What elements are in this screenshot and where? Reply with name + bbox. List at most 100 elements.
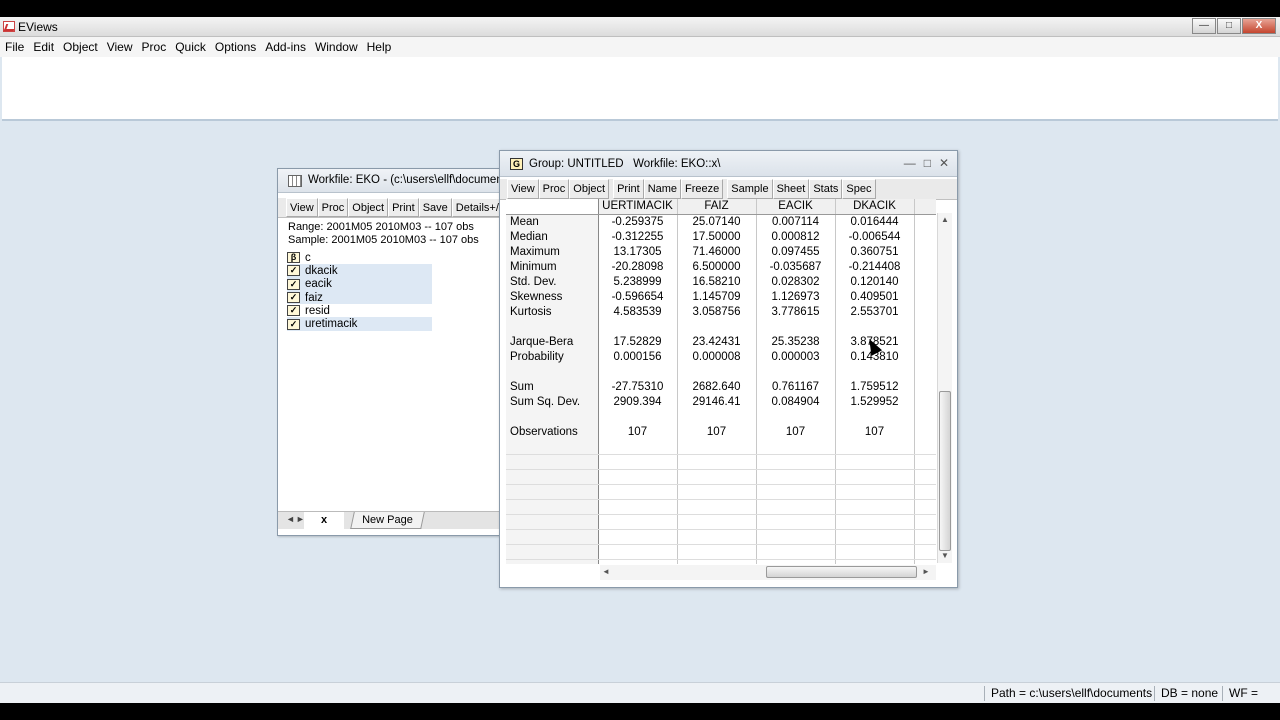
horizontal-scrollbar[interactable]: ◄ ► xyxy=(600,565,936,580)
cell[interactable]: 17.50000 xyxy=(677,229,757,244)
cell[interactable] xyxy=(756,409,836,424)
cell[interactable] xyxy=(835,364,915,379)
cell[interactable]: 0.007114 xyxy=(756,214,836,229)
scroll-down-icon[interactable]: ▼ xyxy=(941,551,949,560)
cell[interactable] xyxy=(835,409,915,424)
group-titlebar[interactable]: G Group: UNTITLED Workfile: EKO::x\ — □ … xyxy=(500,151,957,177)
menu-help[interactable]: Help xyxy=(367,40,401,54)
cell[interactable] xyxy=(756,364,836,379)
group-minimize-button[interactable]: — xyxy=(904,156,916,170)
cell[interactable]: 107 xyxy=(756,424,836,439)
cell[interactable]: -0.035687 xyxy=(756,259,836,274)
menu-edit[interactable]: Edit xyxy=(33,40,63,54)
cell[interactable]: 3.058756 xyxy=(677,304,757,319)
cell[interactable]: 2.553701 xyxy=(835,304,915,319)
cell[interactable]: 23.42431 xyxy=(677,334,757,349)
group-spec-button[interactable]: Spec xyxy=(842,179,876,199)
column-header[interactable]: UERTIMACIK xyxy=(598,199,678,215)
group-name-button[interactable]: Name xyxy=(643,179,682,199)
group-print-button[interactable]: Print xyxy=(613,179,644,199)
cell[interactable]: 25.07140 xyxy=(677,214,757,229)
object-item-faiz[interactable]: ✓ faiz xyxy=(287,290,432,305)
column-header[interactable]: EACIK xyxy=(756,199,836,215)
cell[interactable]: 71.46000 xyxy=(677,244,757,259)
cell[interactable]: -0.312255 xyxy=(598,229,678,244)
cell[interactable]: 1.529952 xyxy=(835,394,915,409)
group-maximize-button[interactable]: □ xyxy=(924,156,931,170)
group-sample-button[interactable]: Sample xyxy=(727,179,773,199)
menu-options[interactable]: Options xyxy=(215,40,265,54)
cell[interactable]: 0.097455 xyxy=(756,244,836,259)
workfile-view-button[interactable]: View xyxy=(286,198,318,217)
cell[interactable]: 107 xyxy=(835,424,915,439)
cell[interactable] xyxy=(756,319,836,334)
group-close-button[interactable]: ✕ xyxy=(939,156,949,170)
group-object-button[interactable]: Object xyxy=(569,179,610,199)
new-page-tab[interactable]: New Page xyxy=(350,512,425,529)
menu-quick[interactable]: Quick xyxy=(175,40,215,54)
cell[interactable] xyxy=(598,409,678,424)
cell[interactable]: 1.126973 xyxy=(756,289,836,304)
group-stats-button[interactable]: Stats xyxy=(809,179,843,199)
cell[interactable]: 0.120140 xyxy=(835,274,915,289)
page-tab-x[interactable]: x xyxy=(304,512,344,529)
cell[interactable]: 0.028302 xyxy=(756,274,836,289)
menu-object[interactable]: Object xyxy=(63,40,107,54)
workfile-object-button[interactable]: Object xyxy=(348,198,389,217)
column-header[interactable]: FAIZ xyxy=(677,199,757,215)
cell[interactable]: 1.145709 xyxy=(677,289,757,304)
cell[interactable] xyxy=(677,409,757,424)
cell[interactable]: 2682.640 xyxy=(677,379,757,394)
cell[interactable] xyxy=(598,364,678,379)
scroll-left-icon[interactable]: ◄ xyxy=(602,567,610,576)
cell[interactable]: 16.58210 xyxy=(677,274,757,289)
cell[interactable]: -0.259375 xyxy=(598,214,678,229)
cell[interactable]: 5.238999 xyxy=(598,274,678,289)
cell[interactable]: 0.016444 xyxy=(835,214,915,229)
cell[interactable]: 0.000156 xyxy=(598,349,678,364)
cell[interactable]: 0.000812 xyxy=(756,229,836,244)
cell[interactable]: 0.409501 xyxy=(835,289,915,304)
object-item-eacik[interactable]: ✓ eacik xyxy=(287,277,432,291)
cell[interactable]: 4.583539 xyxy=(598,304,678,319)
cell[interactable]: -0.214408 xyxy=(835,259,915,274)
cell[interactable]: 17.52829 xyxy=(598,334,678,349)
workfile-proc-button[interactable]: Proc xyxy=(317,198,349,217)
maximize-button[interactable]: □ xyxy=(1217,18,1241,34)
cell[interactable]: 107 xyxy=(598,424,678,439)
workfile-print-button[interactable]: Print xyxy=(388,198,419,217)
menu-add-ins[interactable]: Add-ins xyxy=(265,40,315,54)
horizontal-scroll-thumb[interactable] xyxy=(766,566,917,578)
workfile-range[interactable]: Range: 2001M05 2010M03 -- 107 obs xyxy=(288,221,499,234)
group-sheet-button[interactable]: Sheet xyxy=(772,179,810,199)
object-item-c[interactable]: β c xyxy=(287,251,432,264)
page-scroll-arrows-icon[interactable]: ◄► xyxy=(286,514,306,524)
cell[interactable]: -0.596654 xyxy=(598,289,678,304)
vertical-scroll-thumb[interactable] xyxy=(939,391,951,551)
cell[interactable]: 0.000003 xyxy=(756,349,836,364)
cell[interactable]: 13.17305 xyxy=(598,244,678,259)
cell[interactable]: 25.35238 xyxy=(756,334,836,349)
minimize-button[interactable]: — xyxy=(1192,18,1216,34)
menu-view[interactable]: View xyxy=(107,40,142,54)
scroll-up-icon[interactable]: ▲ xyxy=(941,215,949,224)
cell[interactable]: -27.75310 xyxy=(598,379,678,394)
cell[interactable] xyxy=(677,319,757,334)
cell[interactable] xyxy=(677,364,757,379)
object-item-resid[interactable]: ✓ resid xyxy=(287,304,432,317)
cell[interactable]: 3.778615 xyxy=(756,304,836,319)
workfile-save-button[interactable]: Save xyxy=(418,198,452,217)
cell[interactable]: -0.006544 xyxy=(835,229,915,244)
workfile-titlebar[interactable]: Workfile: EKO - (c:\users\ellf\documen xyxy=(278,169,499,193)
scroll-right-icon[interactable]: ► xyxy=(922,567,930,576)
cell[interactable]: 2909.394 xyxy=(598,394,678,409)
statistics-grid[interactable]: UERTIMACIK FAIZ EACIK DKACIK Mean -0.2593… xyxy=(506,199,936,564)
cell[interactable]: 29146.41 xyxy=(677,394,757,409)
cell[interactable]: 0.084904 xyxy=(756,394,836,409)
vertical-scrollbar[interactable]: ▲ ▼ xyxy=(937,213,952,563)
group-freeze-button[interactable]: Freeze xyxy=(681,179,724,199)
menu-proc[interactable]: Proc xyxy=(142,40,176,54)
group-proc-button[interactable]: Proc xyxy=(538,179,570,199)
menu-file[interactable]: File xyxy=(5,40,33,54)
cell[interactable]: 0.000008 xyxy=(677,349,757,364)
